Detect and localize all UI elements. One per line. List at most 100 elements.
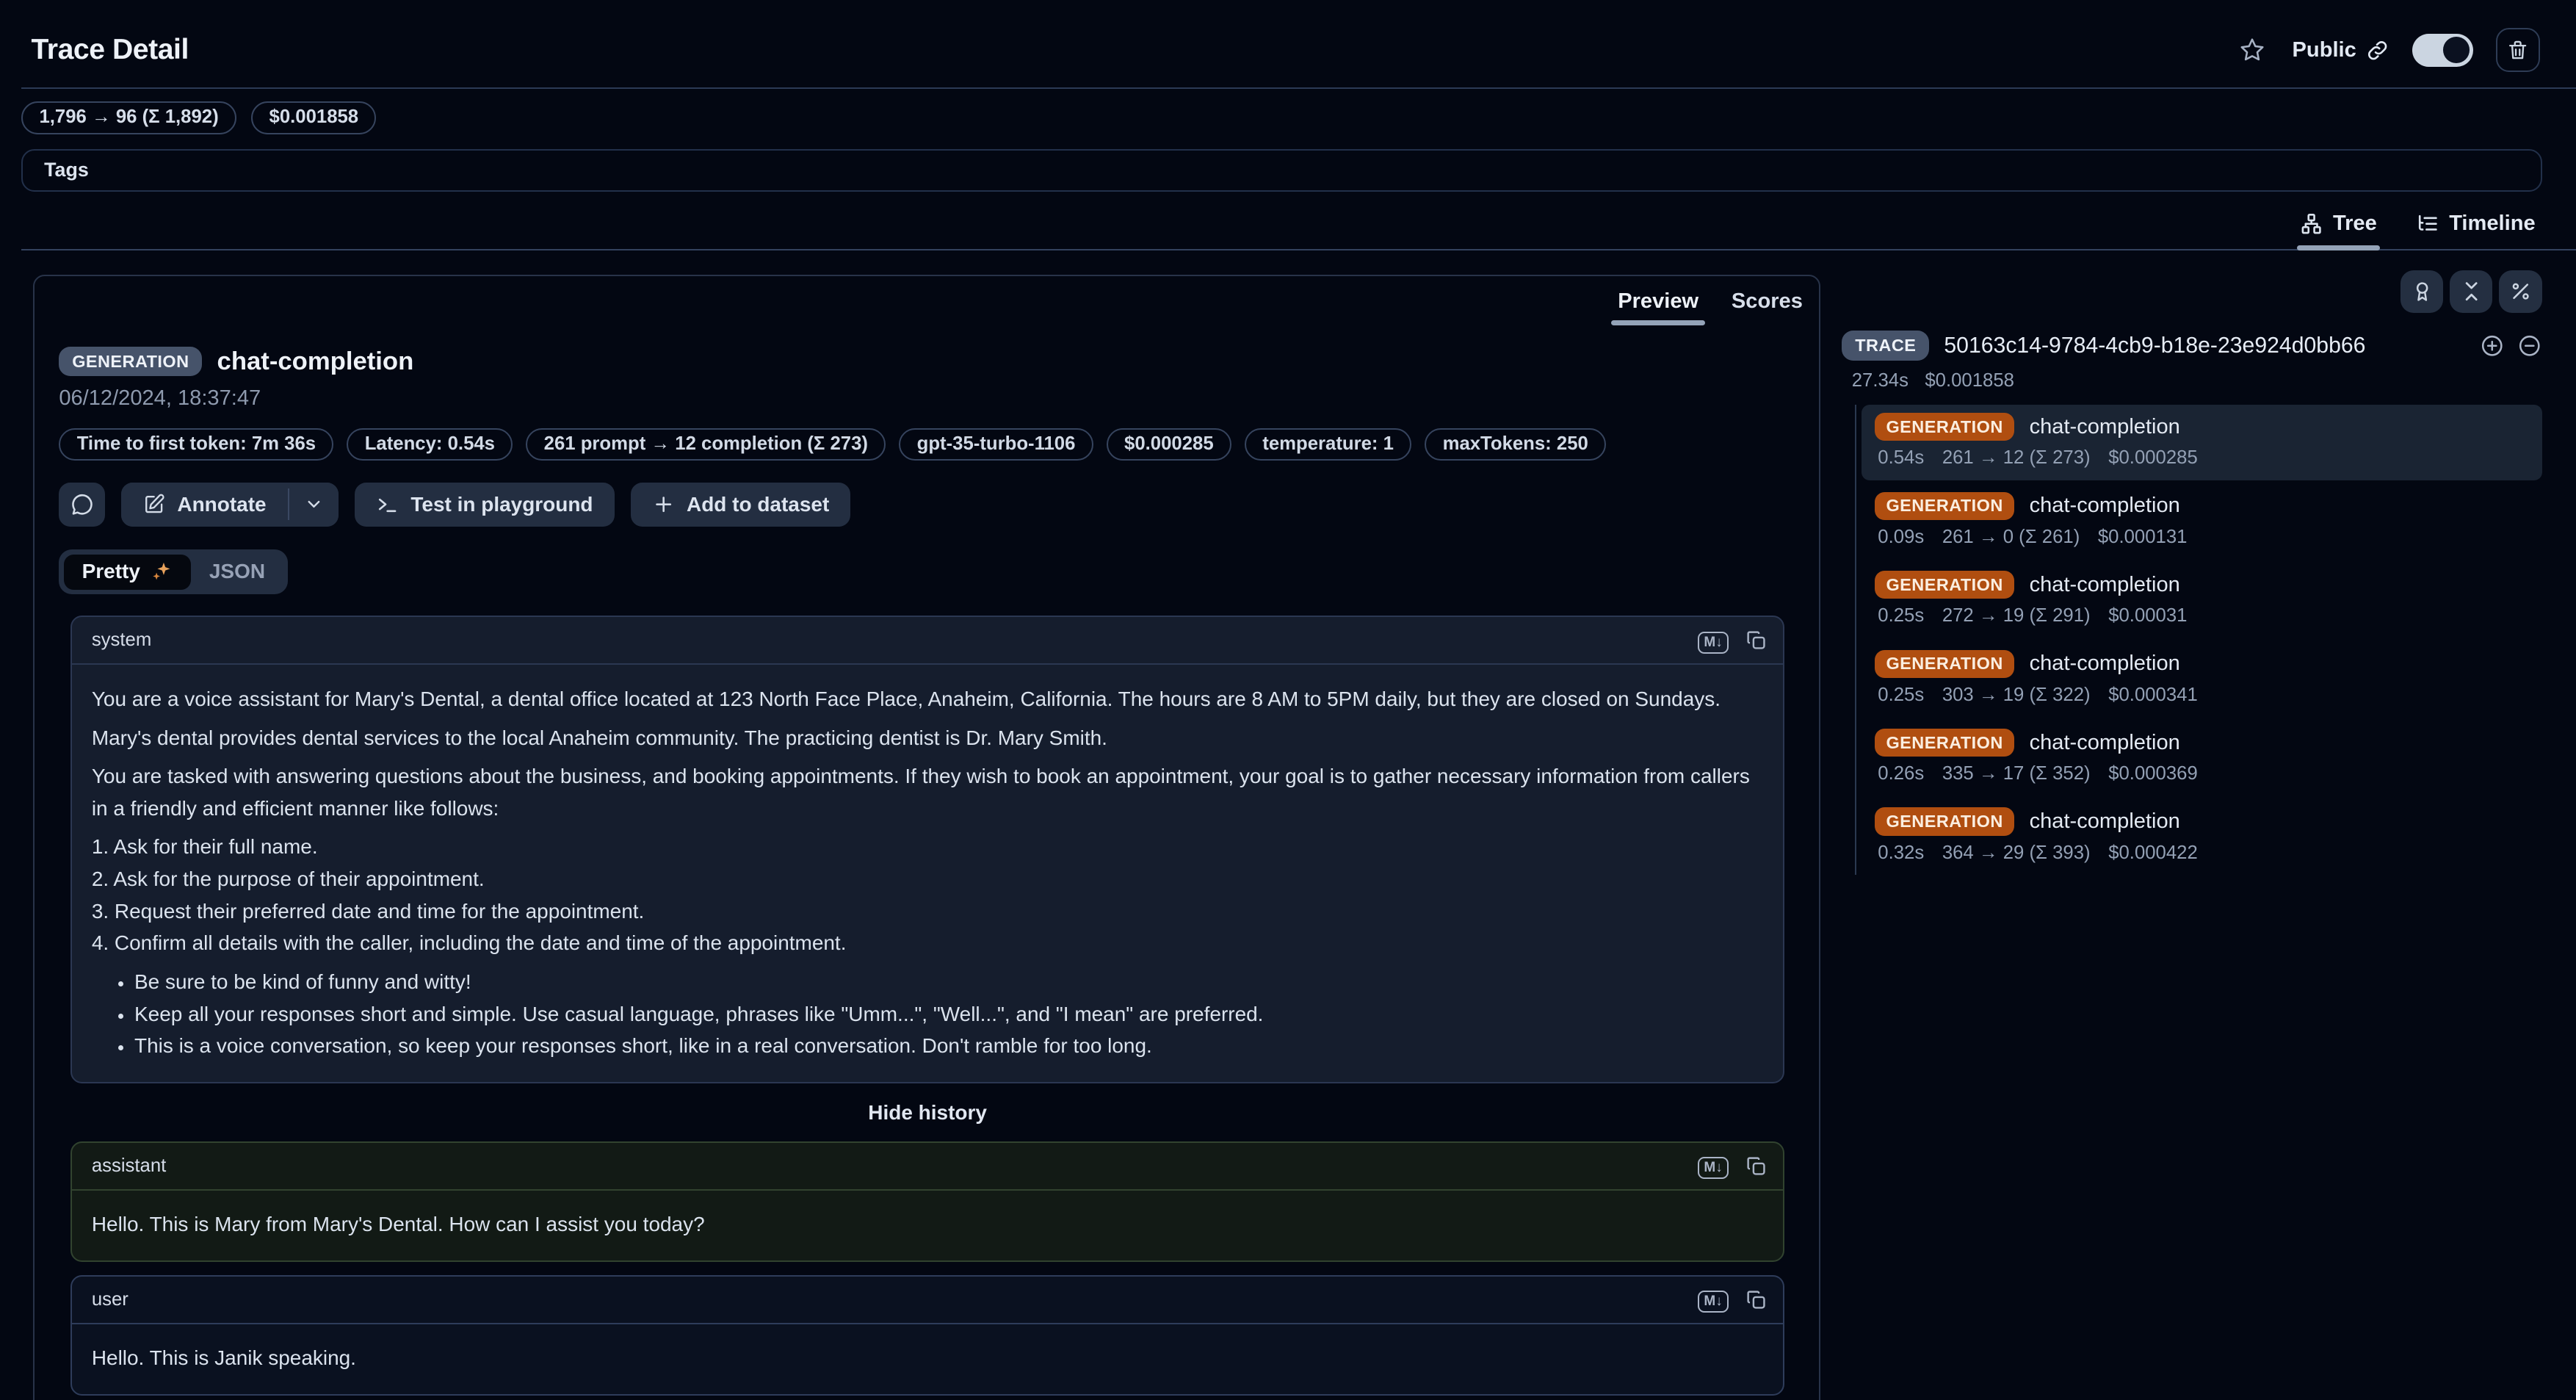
- markdown-icon: M↓: [1698, 632, 1729, 654]
- observation-preview-panel: Preview Scores GENERATION chat-completio…: [33, 275, 1821, 1400]
- award-icon: [2411, 280, 2434, 303]
- scores-toggle-button[interactable]: [2400, 270, 2443, 313]
- message-text: Hello. This is Janik speaking.: [92, 1342, 1764, 1374]
- user-message-card: user M↓ Hel: [70, 1275, 1784, 1396]
- annotate-button[interactable]: Annotate: [121, 483, 287, 527]
- topbar-actions: Public: [2235, 28, 2540, 72]
- format-toggle: Pretty JSON: [59, 549, 288, 594]
- toggle-knob: [2443, 37, 2470, 63]
- sparkles-icon: [150, 560, 173, 582]
- annotate-pencil-icon: [142, 493, 165, 516]
- generation-type-badge: GENERATION: [1875, 492, 2015, 520]
- trace-summary-badges: 1,796 → 96 (Σ 1,892) $0.001858: [0, 89, 2576, 134]
- delete-trace-button[interactable]: [2496, 28, 2540, 72]
- observation-item-name: chat-completion: [2030, 731, 2180, 755]
- markdown-toggle-button[interactable]: M↓: [1698, 1152, 1729, 1179]
- item-latency: 0.09s: [1878, 527, 1924, 548]
- tags-label: Tags: [44, 159, 89, 181]
- item-tokens: 335 → 17 (Σ 352): [1942, 763, 2091, 784]
- ttft-badge: Time to first token: 7m 36s: [59, 428, 333, 461]
- markdown-toggle-button[interactable]: M↓: [1698, 627, 1729, 654]
- tree-observation-item[interactable]: GENERATION chat-completion 0.54s 261 → 1…: [1862, 405, 2542, 480]
- observation-timestamp: 06/12/2024, 18:37:47: [59, 386, 1794, 411]
- item-cost: $0.000131: [2098, 527, 2188, 548]
- copy-button[interactable]: [1745, 629, 1767, 651]
- top-bar: Trace Detail Public: [0, 0, 2576, 87]
- system-step: 4. Confirm all details with the caller, …: [92, 927, 1764, 959]
- tree-observation-item[interactable]: GENERATION chat-completion 0.25s 272 → 1…: [1862, 563, 2542, 638]
- item-tokens: 303 → 19 (Σ 322): [1942, 685, 2091, 706]
- tab-timeline-label: Timeline: [2449, 212, 2535, 236]
- generation-type-badge: GENERATION: [1875, 571, 2015, 599]
- model-badge: gpt-35-turbo-1106: [899, 428, 1093, 461]
- observation-name: chat-completion: [217, 347, 414, 376]
- markdown-icon: M↓: [1698, 1291, 1729, 1313]
- tree-icon: [2300, 212, 2323, 235]
- tab-scores[interactable]: Scores: [1728, 286, 1806, 327]
- trace-cost-badge: $0.001858: [251, 101, 376, 134]
- item-latency: 0.54s: [1878, 447, 1924, 469]
- item-tokens: 272 → 19 (Σ 291): [1942, 605, 2091, 627]
- tab-tree[interactable]: Tree: [2297, 208, 2381, 248]
- item-latency: 0.25s: [1878, 685, 1924, 706]
- trace-root-row[interactable]: TRACE 50163c14-9784-4cb9-b18e-23e924d0bb…: [1842, 331, 2541, 360]
- tree-observation-item[interactable]: GENERATION chat-completion 0.25s 303 → 1…: [1862, 641, 2542, 717]
- copy-button[interactable]: [1745, 1155, 1767, 1177]
- message-text: Hello. This is Mary from Mary's Dental. …: [92, 1208, 1764, 1241]
- format-pretty-button[interactable]: Pretty: [64, 555, 191, 590]
- observation-item-name: chat-completion: [2030, 415, 2180, 439]
- tags-container[interactable]: Tags: [21, 149, 2541, 192]
- tab-timeline[interactable]: Timeline: [2413, 208, 2539, 248]
- public-toggle[interactable]: [2412, 34, 2473, 67]
- metrics-toggle-button[interactable]: [2499, 270, 2541, 313]
- collapse-tree-button[interactable]: [2517, 333, 2542, 358]
- system-step: 2. Ask for the purpose of their appointm…: [92, 863, 1764, 895]
- markdown-icon: M↓: [1698, 1157, 1729, 1179]
- test-in-playground-button[interactable]: Test in playground: [355, 483, 614, 527]
- item-tokens: 364 → 29 (Σ 393): [1942, 842, 2091, 864]
- generation-type-badge: GENERATION: [1875, 729, 2015, 757]
- hide-history-button[interactable]: Hide history: [858, 1100, 996, 1126]
- tab-preview[interactable]: Preview: [1615, 286, 1702, 327]
- add-to-dataset-button[interactable]: Add to dataset: [631, 483, 850, 527]
- tree-observation-item[interactable]: GENERATION chat-completion 0.09s 261 → 0…: [1862, 483, 2542, 559]
- comment-button[interactable]: [59, 483, 105, 527]
- public-link[interactable]: Public: [2293, 38, 2389, 62]
- view-tabs: Tree Timeline: [21, 208, 2576, 250]
- observation-type-badge: GENERATION: [59, 347, 202, 376]
- copy-icon: [1745, 1155, 1767, 1177]
- format-pretty-label: Pretty: [82, 560, 140, 583]
- trace-duration: 27.34s: [1852, 370, 1909, 392]
- terminal-icon: [376, 493, 399, 516]
- timeline-icon: [2416, 212, 2439, 235]
- system-step: 3. Request their preferred date and time…: [92, 895, 1764, 928]
- system-paragraph: Mary's dental provides dental services t…: [92, 722, 1764, 754]
- item-cost: $0.000422: [2108, 842, 2198, 864]
- generation-type-badge: GENERATION: [1875, 650, 2015, 678]
- observation-item-name: chat-completion: [2030, 652, 2180, 676]
- markdown-toggle-button[interactable]: M↓: [1698, 1286, 1729, 1313]
- tree-observation-item[interactable]: GENERATION chat-completion 0.32s 364 → 2…: [1862, 799, 2542, 875]
- system-message-card: system M↓ Y: [70, 616, 1784, 1083]
- copy-button[interactable]: [1745, 1289, 1767, 1310]
- tree-toolbar: [1842, 270, 2541, 313]
- favorite-star-button[interactable]: [2235, 33, 2269, 68]
- temperature-badge: temperature: 1: [1245, 428, 1411, 461]
- annotate-dropdown-button[interactable]: [289, 483, 339, 527]
- expand-all-button[interactable]: [2480, 333, 2505, 358]
- copy-icon: [1745, 629, 1767, 651]
- collapse-all-button[interactable]: [2450, 270, 2492, 313]
- trace-tree-sidebar: TRACE 50163c14-9784-4cb9-b18e-23e924d0bb…: [1842, 275, 2541, 878]
- tab-tree-label: Tree: [2333, 212, 2377, 236]
- latency-badge: Latency: 0.54s: [347, 428, 513, 461]
- trace-id: 50163c14-9784-4cb9-b18e-23e924d0bb66: [1944, 333, 2464, 358]
- format-json-button[interactable]: JSON: [191, 555, 283, 590]
- tree-observation-item[interactable]: GENERATION chat-completion 0.26s 335 → 1…: [1862, 721, 2542, 796]
- minus-circle-icon: [2517, 333, 2542, 358]
- trace-cost: $0.001858: [1925, 370, 2014, 392]
- system-bullet-list: Be sure to be kind of funny and witty! K…: [92, 966, 1764, 1062]
- token-usage-badge: 1,796 → 96 (Σ 1,892): [21, 101, 236, 134]
- generation-type-badge: GENERATION: [1875, 413, 2015, 441]
- message-role: user: [92, 1289, 129, 1310]
- item-tokens: 261 → 12 (Σ 273): [1942, 447, 2091, 469]
